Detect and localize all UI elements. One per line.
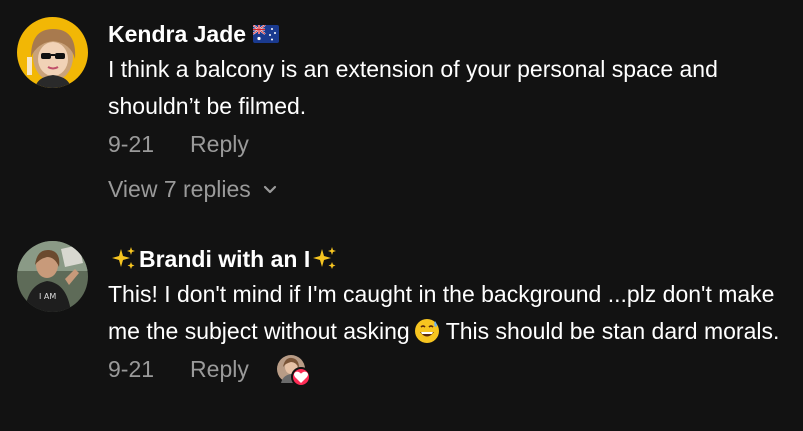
comment-text: This! I don't mind if I'm caught in the … [108, 276, 793, 350]
sparkles-icon [112, 247, 135, 269]
username-row: Kendra Jade [108, 19, 793, 49]
comment-meta: 9-21 Reply [108, 354, 793, 387]
australia-flag-icon [253, 25, 280, 43]
comment-meta: 9-21 Reply [108, 129, 793, 159]
comment-text: I think a balcony is an extension of you… [108, 56, 718, 119]
username[interactable]: Brandi with an I [139, 244, 310, 274]
sparkles-icon [313, 247, 337, 269]
comment-body: Brandi with an I This! I don't mind if I… [108, 244, 793, 387]
grinning-sweat-emoji-icon [414, 319, 439, 343]
username-row: Brandi with an I [108, 244, 793, 274]
chevron-down-icon [263, 185, 276, 194]
comment-body: Kendra Jade I think a balcony is an exte… [108, 19, 793, 159]
svg-text:I AM: I AM [39, 292, 56, 301]
avatar[interactable]: I AM [17, 241, 88, 312]
view-replies-label: View 7 replies [108, 176, 251, 202]
reply-button[interactable]: Reply [190, 354, 249, 384]
comment-date: 9-21 [108, 131, 155, 157]
creator-liked-badge [276, 355, 311, 387]
reply-button[interactable]: Reply [190, 129, 249, 159]
avatar[interactable] [17, 17, 88, 88]
avatar-image: I AM [17, 241, 88, 312]
username[interactable]: Kendra Jade [108, 19, 246, 49]
heart-icon [290, 367, 311, 387]
comment-text-part2: This should be stan dard morals. [445, 318, 780, 344]
view-replies-button[interactable]: View 7 replies [108, 174, 279, 204]
comment-date: 9-21 [108, 356, 155, 382]
comment-thread: Kendra Jade I think a balcony is an exte… [0, 0, 803, 431]
avatar-image [17, 17, 88, 88]
